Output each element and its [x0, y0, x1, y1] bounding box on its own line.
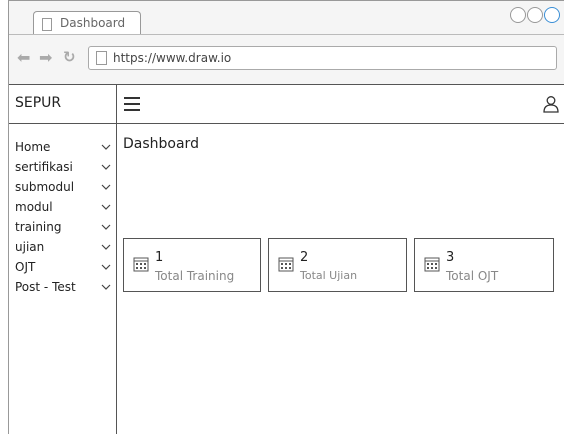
card-number: 2 — [300, 250, 309, 265]
forward-arrow-icon[interactable]: ➡ — [39, 50, 52, 66]
stat-card-training[interactable]: 1 Total Training — [123, 238, 261, 292]
chevron-down-icon — [101, 264, 111, 270]
chevron-down-icon — [101, 164, 111, 170]
address-bar[interactable]: https://www.draw.io — [88, 46, 557, 70]
sidebar-item-label: OJT — [15, 260, 36, 274]
tab-bar-divider — [9, 34, 564, 35]
sidebar-item-label: modul — [15, 200, 53, 214]
sidebar-item-label: ujian — [15, 240, 45, 254]
app-content: SEPUR Home sertifikasi submodul modul tr… — [8, 84, 564, 434]
card-number: 1 — [155, 250, 164, 265]
sidebar-item-training[interactable]: training — [15, 220, 111, 238]
card-label: Total Ujian — [300, 269, 358, 282]
reload-icon[interactable]: ↻ — [63, 49, 76, 65]
brand-name: SEPUR — [15, 95, 62, 111]
sidebar-item-ujian[interactable]: ujian — [15, 240, 111, 258]
sidebar-item-label: Home — [15, 140, 51, 154]
window-button-icon[interactable] — [510, 7, 526, 23]
hamburger-menu-icon[interactable] — [124, 97, 140, 111]
page-icon — [96, 51, 107, 65]
document-icon — [42, 18, 52, 31]
url-text: https://www.draw.io — [113, 51, 232, 65]
browser-tab[interactable]: Dashboard — [33, 11, 141, 35]
sidebar-item-label: Post - Test — [15, 280, 76, 294]
sidebar-item-ojt[interactable]: OJT — [15, 260, 111, 278]
card-label: Total Training — [155, 269, 235, 283]
header-divider — [116, 85, 117, 125]
calendar-icon — [424, 257, 440, 272]
user-icon[interactable] — [542, 95, 560, 113]
sidebar-item-modul[interactable]: modul — [15, 200, 111, 218]
back-arrow-icon[interactable]: ⬅ — [17, 50, 30, 66]
card-number: 3 — [446, 250, 455, 265]
chevron-down-icon — [101, 184, 111, 190]
calendar-icon — [133, 257, 149, 272]
app-header: SEPUR — [9, 84, 564, 125]
page-title: Dashboard — [123, 136, 199, 152]
chevron-down-icon — [101, 284, 111, 290]
sidebar-item-label: training — [15, 220, 62, 234]
sidebar-item-label: submodul — [15, 180, 75, 194]
sidebar-item-submodul[interactable]: submodul — [15, 180, 111, 198]
sidebar: Home sertifikasi submodul modul training… — [9, 124, 117, 434]
browser-chrome: Dashboard ⬅ ➡ ↻ https://www.draw.io — [8, 0, 564, 84]
chevron-down-icon — [101, 224, 111, 230]
stat-card-ujian[interactable]: 2 Total Ujian — [268, 238, 407, 292]
stat-card-ojt[interactable]: 3 Total OJT — [414, 238, 554, 292]
card-label: Total OJT — [446, 269, 499, 283]
sidebar-item-home[interactable]: Home — [15, 140, 111, 158]
browser-window: Dashboard ⬅ ➡ ↻ https://www.draw.io SEPU… — [8, 0, 564, 434]
tab-title: Dashboard — [60, 16, 126, 30]
chevron-down-icon — [101, 244, 111, 250]
chevron-down-icon — [101, 144, 111, 150]
calendar-icon — [278, 257, 294, 272]
chevron-down-icon — [101, 204, 111, 210]
window-button-icon[interactable] — [527, 7, 543, 23]
window-button-icon[interactable] — [544, 7, 560, 23]
sidebar-item-sertifikasi[interactable]: sertifikasi — [15, 160, 111, 178]
sidebar-item-label: sertifikasi — [15, 160, 73, 174]
sidebar-item-post-test[interactable]: Post - Test — [15, 280, 111, 298]
